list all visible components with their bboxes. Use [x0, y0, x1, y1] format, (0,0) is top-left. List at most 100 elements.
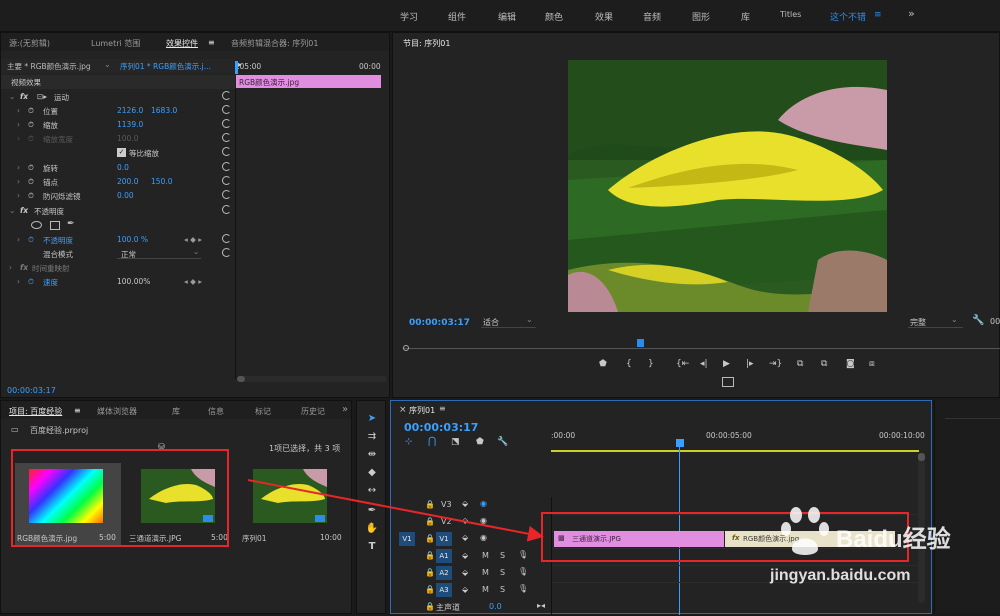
tabs-more-icon[interactable]: » [342, 404, 348, 415]
microphone-icon[interactable]: 🎙 [518, 567, 528, 576]
rectangle-mask-icon[interactable] [50, 221, 60, 230]
master-clip-label[interactable]: 主要 * RGB颜色演示.jpg [7, 61, 91, 72]
nest-icon[interactable]: ⊹ [405, 437, 413, 447]
selection-tool-icon[interactable]: ➤ [363, 413, 381, 429]
pen-mask-icon[interactable]: ✒ [67, 219, 75, 229]
position-y-value[interactable]: 1683.0 [151, 106, 177, 115]
go-to-in-icon[interactable]: {⇤ [676, 359, 689, 369]
reset-icon[interactable] [222, 248, 231, 257]
reset-icon[interactable] [222, 176, 231, 185]
work-area-bar[interactable] [551, 450, 919, 452]
chevron-right-icon[interactable]: › [17, 191, 20, 200]
tab-menu-icon[interactable]: ≡ [208, 38, 215, 47]
wrench-icon[interactable]: 🔧 [972, 315, 984, 326]
quality-select[interactable]: 完整 ⌄ [908, 315, 963, 328]
extract-icon[interactable]: ⧉ [821, 359, 827, 369]
track-label-a2[interactable]: A2 [436, 566, 452, 580]
workspace-more-icon[interactable]: » [908, 7, 915, 20]
add-marker-icon[interactable]: ⬟ [599, 359, 607, 369]
mute-button[interactable]: M [482, 551, 489, 560]
linked-selection-icon[interactable]: ⬔ [451, 437, 460, 447]
lock-icon[interactable]: 🔒 [425, 568, 435, 577]
tab-lumetri-scopes[interactable]: Lumetri 范围 [91, 38, 140, 49]
anchor-y-value[interactable]: 150.0 [151, 177, 172, 186]
time-remap-row[interactable]: › fx 时间重映射 [1, 261, 235, 275]
opacity-value[interactable]: 100.0 % [117, 235, 148, 244]
lock-icon[interactable]: 🔒 [425, 602, 435, 611]
position-x-value[interactable]: 2126.0 [117, 106, 143, 115]
chevron-right-icon[interactable]: › [17, 120, 20, 129]
chevron-right-icon[interactable]: › [17, 277, 20, 286]
timeline-timecode[interactable]: 00:00:03:17 [404, 421, 478, 434]
workspace-titles[interactable]: Titles [780, 10, 801, 19]
workspace-graphics[interactable]: 图形 [692, 10, 710, 23]
track-select-tool-icon[interactable]: ⇉ [363, 431, 381, 447]
tab-libraries[interactable]: 库 [172, 406, 180, 417]
play-icon[interactable]: ▶ [723, 359, 730, 369]
lock-icon[interactable]: 🔒 [425, 551, 435, 560]
reset-icon[interactable] [222, 147, 231, 156]
workspace-libraries[interactable]: 库 [741, 10, 750, 23]
workspace-assembly[interactable]: 组件 [448, 10, 466, 23]
timeline-playhead-head[interactable] [676, 439, 684, 447]
flicker-value[interactable]: 0.00 [117, 191, 134, 200]
add-marker-icon[interactable]: ⬟ [476, 437, 484, 447]
stopwatch-icon[interactable]: ⏱ [28, 163, 34, 173]
opacity-group-row[interactable]: ⌄ fx 不透明度 [1, 204, 235, 218]
tab-history[interactable]: 历史记 [301, 406, 325, 417]
workspace-menu-icon[interactable]: ≡ [874, 10, 882, 20]
program-scrubber[interactable] [403, 339, 1000, 353]
program-playhead[interactable] [637, 339, 644, 347]
reset-icon[interactable] [222, 234, 231, 243]
go-to-end-icon[interactable]: ▸◂ [537, 601, 545, 610]
tab-source[interactable]: 源:(无剪辑) [9, 38, 50, 49]
wrench-icon[interactable]: 🔧 [497, 437, 508, 447]
mark-out-icon[interactable]: } [648, 359, 654, 369]
motion-row[interactable]: ⌄ fx ⊡▸ 运动 [1, 90, 235, 104]
chevron-right-icon[interactable]: › [17, 177, 20, 186]
microphone-icon[interactable]: 🎙 [518, 550, 528, 559]
sync-lock-icon[interactable]: ⬙ [462, 585, 468, 594]
chevron-right-icon[interactable]: › [9, 263, 12, 272]
tab-audio-clip-mixer[interactable]: 音频剪辑混合器: 序列01 [231, 38, 318, 49]
chevron-down-icon[interactable]: ⌄ [9, 206, 15, 215]
lift-icon[interactable]: ⧉ [797, 359, 803, 369]
lock-icon[interactable]: 🔒 [425, 585, 435, 594]
chevron-down-icon[interactable]: ⌄ [104, 60, 111, 69]
mute-button[interactable]: M [482, 568, 489, 577]
chevron-down-icon[interactable]: ⌄ [9, 92, 15, 101]
fx-icon[interactable]: fx [20, 92, 28, 101]
timeline-ruler[interactable]: :00:00 00:00:05:00 00:00:10:00 [551, 427, 925, 453]
stopwatch-icon[interactable]: ⏱ [28, 235, 34, 245]
step-forward-icon[interactable]: |▸ [746, 359, 754, 369]
reset-icon[interactable] [222, 105, 231, 114]
track-label-a1[interactable]: A1 [436, 549, 452, 563]
chevron-down-icon[interactable]: ⌄ [193, 247, 199, 256]
ec-scrollbar[interactable] [237, 376, 387, 382]
sequence-clip-label[interactable]: 序列01 * RGB颜色演示.j... [120, 61, 211, 72]
timeline-vscroll[interactable] [918, 453, 925, 603]
ec-timecode[interactable]: 00:00:03:17 [7, 386, 56, 395]
tab-media-browser[interactable]: 媒体浏览器 [97, 406, 137, 417]
solo-button[interactable]: S [500, 551, 505, 560]
workspace-custom[interactable]: 这个不错 [830, 10, 866, 23]
program-title[interactable]: 节目: 序列01 [403, 38, 450, 49]
camera-icon[interactable]: ◙ [846, 359, 855, 369]
tab-effect-controls[interactable]: 效果控件 [166, 38, 198, 49]
ellipse-mask-icon[interactable] [31, 221, 42, 229]
sequence-tab[interactable]: 序列01 [409, 405, 435, 416]
master-volume-value[interactable]: 0.0 [489, 602, 502, 611]
keyframe-nav-icon[interactable]: ◂ ◆ ▸ [184, 235, 202, 244]
ec-playhead[interactable] [235, 61, 238, 74]
reset-icon[interactable] [222, 119, 231, 128]
compare-icon[interactable]: ⧈ [869, 359, 875, 369]
sync-lock-icon[interactable]: ⬙ [462, 551, 468, 560]
rotation-value[interactable]: 0.0 [117, 163, 129, 172]
sync-lock-icon[interactable]: ⬙ [462, 568, 468, 577]
reset-icon[interactable] [222, 190, 231, 199]
stopwatch-icon[interactable]: ⏱ [28, 106, 34, 116]
tab-info[interactable]: 信息 [208, 406, 224, 417]
stopwatch-icon[interactable]: ⏱ [28, 120, 34, 130]
chevron-right-icon[interactable]: › [17, 163, 20, 172]
uniform-scale-checkbox[interactable]: ✓ [117, 148, 126, 157]
